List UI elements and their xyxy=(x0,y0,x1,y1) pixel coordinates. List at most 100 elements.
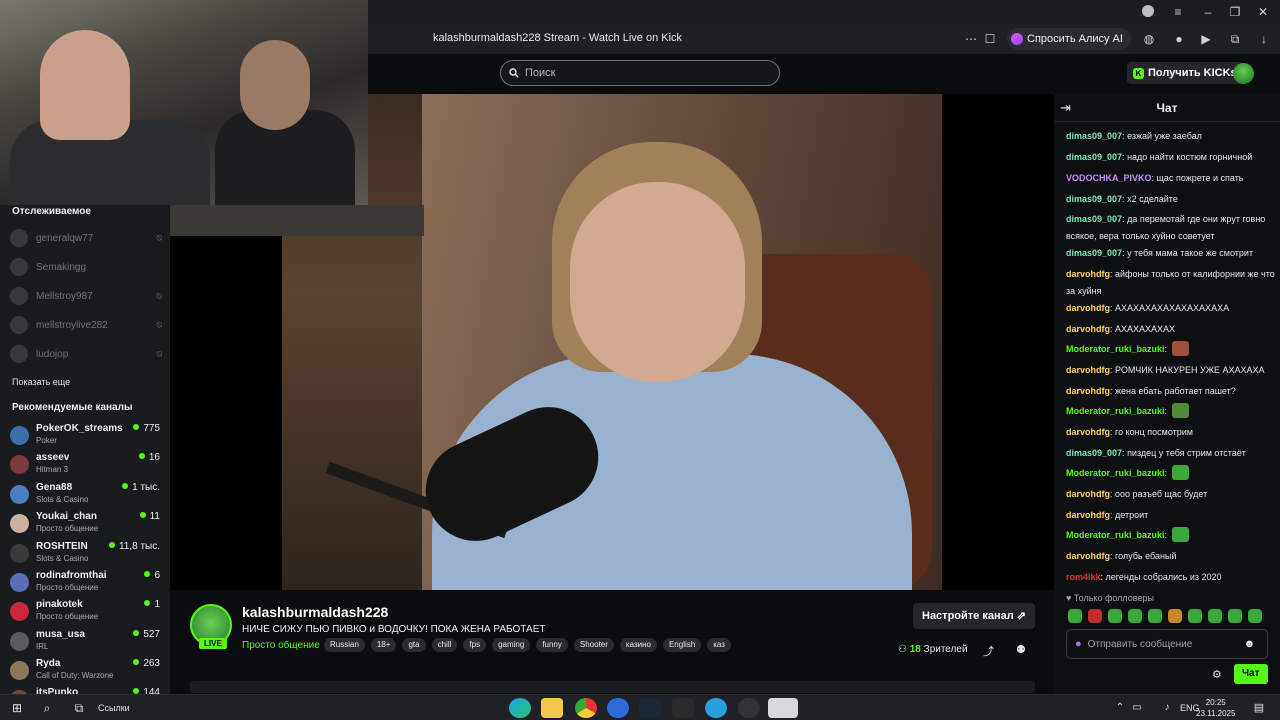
chat-username[interactable]: darvohdfg xyxy=(1066,386,1110,396)
emote-button[interactable] xyxy=(1068,609,1082,623)
chat-username[interactable]: dimas09_007 xyxy=(1066,248,1122,258)
windows-start-icon[interactable]: ⊞ xyxy=(10,698,24,718)
recommended-channel[interactable]: Youkai_chan Просто общение 11 xyxy=(10,509,162,537)
tag[interactable]: fps xyxy=(463,638,487,652)
recommended-channel[interactable]: ROSHTEIN Slots & Casino 11,8 тыс. xyxy=(10,539,162,567)
tag[interactable]: каз xyxy=(707,638,731,652)
recommended-channel[interactable]: pinakotek Просто общение 1 xyxy=(10,597,162,625)
chat-username[interactable]: darvohdfg xyxy=(1066,427,1110,437)
tag[interactable]: gaming xyxy=(492,638,531,652)
chat-settings-icon[interactable]: ⚙ xyxy=(1212,668,1222,681)
chat-username[interactable]: dimas09_007 xyxy=(1066,152,1122,162)
following-item[interactable]: mellstroylive282 ⍉ xyxy=(10,314,162,336)
profile-icon[interactable] xyxy=(1138,4,1158,20)
emote-button[interactable] xyxy=(1168,609,1182,623)
tag[interactable]: Shooter xyxy=(573,638,614,652)
stream-category[interactable]: Просто общение xyxy=(242,640,320,651)
chat-message-input[interactable] xyxy=(1087,638,1238,650)
recommended-channel[interactable]: Gena88 Slots & Casino 1 тыс. xyxy=(10,480,162,508)
chat-username[interactable]: darvohdfg xyxy=(1066,269,1110,279)
download-icon[interactable]: ↓ xyxy=(1255,30,1273,48)
chat-username[interactable]: darvohdfg xyxy=(1066,365,1110,375)
chat-username[interactable]: Moderator_ruki_bazuki xyxy=(1066,344,1165,354)
play-icon[interactable]: ▶ xyxy=(1197,30,1215,48)
chat-username[interactable]: dimas09_007 xyxy=(1066,214,1122,224)
tag[interactable]: Russian xyxy=(324,638,365,652)
show-more-link[interactable]: Показать еще xyxy=(12,377,70,387)
tag[interactable]: gta xyxy=(402,638,426,652)
search-box[interactable] xyxy=(500,60,780,86)
tag[interactable]: English xyxy=(662,638,702,652)
recommended-channel[interactable]: rodinafromthai Просто общение 6 xyxy=(10,568,162,596)
close-window-button[interactable]: ✕ xyxy=(1253,4,1273,20)
search-icon[interactable]: ⌕ xyxy=(38,698,56,718)
chat-username[interactable]: darvohdfg xyxy=(1066,303,1110,313)
bookmark-icon[interactable]: ☐ xyxy=(981,30,999,48)
menu-icon[interactable]: ≡ xyxy=(1168,4,1188,20)
volume-icon[interactable]: ♪ xyxy=(1160,698,1174,718)
chat-username[interactable]: dimas09_007 xyxy=(1066,131,1122,141)
collections-icon[interactable]: ⧉ xyxy=(1226,30,1244,48)
channel-name[interactable]: kalashburmaldash228 xyxy=(242,604,388,620)
file-explorer-icon[interactable] xyxy=(541,698,563,718)
emote-button[interactable] xyxy=(1128,609,1142,623)
following-item[interactable]: generalqw77 ⍉ xyxy=(10,227,162,249)
stream-video[interactable] xyxy=(282,94,942,590)
epic-games-icon[interactable] xyxy=(672,698,694,718)
chrome-icon[interactable] xyxy=(575,698,597,718)
tag[interactable]: funny xyxy=(536,638,568,652)
recommended-channel[interactable]: PokerOK_streams Poker 775 xyxy=(10,421,162,449)
chat-username[interactable]: dimas09_007 xyxy=(1066,194,1122,204)
emote-button[interactable] xyxy=(1208,609,1222,623)
share-icon[interactable]: ⤴ xyxy=(983,643,994,659)
yandex-browser-icon[interactable] xyxy=(768,698,798,718)
following-item[interactable]: Semakingg xyxy=(10,256,162,278)
chat-username[interactable]: darvohdfg xyxy=(1066,489,1110,499)
chat-username[interactable]: Moderator_ruki_bazuki xyxy=(1066,468,1165,478)
links-toolbar[interactable]: Ссылки xyxy=(98,698,130,718)
minimize-button[interactable]: – xyxy=(1198,4,1218,20)
chat-username[interactable]: dimas09_007 xyxy=(1066,448,1122,458)
network-icon[interactable]: ▭ xyxy=(1130,698,1144,718)
clock[interactable]: 20:25 23.11.2025 xyxy=(1196,697,1235,719)
customize-channel-button[interactable]: Настройте канал ⇗ xyxy=(913,603,1035,629)
chat-username[interactable]: darvohdfg xyxy=(1066,510,1110,520)
tag[interactable]: chill xyxy=(431,638,458,652)
emote-button[interactable] xyxy=(1088,609,1102,623)
chat-username[interactable]: Moderator_ruki_bazuki xyxy=(1066,406,1165,416)
emote-button[interactable] xyxy=(1228,609,1242,623)
tag[interactable]: казино xyxy=(619,638,657,652)
recommended-channel[interactable]: musa_usa IRL 527 xyxy=(10,627,162,655)
maximize-button[interactable]: ❐ xyxy=(1225,4,1245,20)
following-item[interactable]: ludojop ⍉ xyxy=(10,343,162,365)
alice-ai-button[interactable]: Спросить Алису AI xyxy=(1007,28,1131,50)
chat-username[interactable]: rom4ikk xyxy=(1066,572,1101,582)
chat-username[interactable]: darvohdfg xyxy=(1066,324,1110,334)
chat-username[interactable]: Moderator_ruki_bazuki xyxy=(1066,530,1165,540)
task-view-icon[interactable]: ⧉ xyxy=(70,698,88,718)
chat-input-box[interactable]: ● ☻ xyxy=(1066,629,1268,659)
chat-username[interactable]: darvohdfg xyxy=(1066,551,1110,561)
chat-username[interactable]: VODOCHKA_PIVKO xyxy=(1066,173,1152,183)
microphone-icon[interactable]: ● xyxy=(1075,638,1082,650)
app-icon[interactable] xyxy=(607,698,629,718)
emote-button[interactable] xyxy=(1148,609,1162,623)
emote-button[interactable] xyxy=(1188,609,1202,623)
following-item[interactable]: Mellstroy987 ⍉ xyxy=(10,285,162,307)
search-input[interactable] xyxy=(525,67,765,79)
telegram-icon[interactable] xyxy=(705,698,727,718)
chat-send-button[interactable]: Чат xyxy=(1234,664,1268,684)
more-options-icon[interactable]: ⋯ xyxy=(962,30,980,48)
tray-chevron-icon[interactable]: ⌃ xyxy=(1114,698,1126,718)
recommended-channel[interactable]: Ryda Call of Duty: Warzone 263 xyxy=(10,656,162,684)
recommended-channel[interactable]: itsPunko 144 xyxy=(10,685,162,694)
steam-icon[interactable] xyxy=(639,698,661,718)
game-app-icon[interactable] xyxy=(738,698,760,718)
emoji-icon[interactable]: ☻ xyxy=(1244,638,1256,650)
extension-icon[interactable]: ● xyxy=(1170,30,1188,48)
edge-icon[interactable] xyxy=(509,698,531,718)
user-avatar[interactable] xyxy=(1233,63,1254,84)
notifications-icon[interactable]: ▤ xyxy=(1252,698,1266,718)
follow-user-icon[interactable]: ⚉ xyxy=(1016,643,1026,656)
tag[interactable]: 18+ xyxy=(370,638,397,652)
